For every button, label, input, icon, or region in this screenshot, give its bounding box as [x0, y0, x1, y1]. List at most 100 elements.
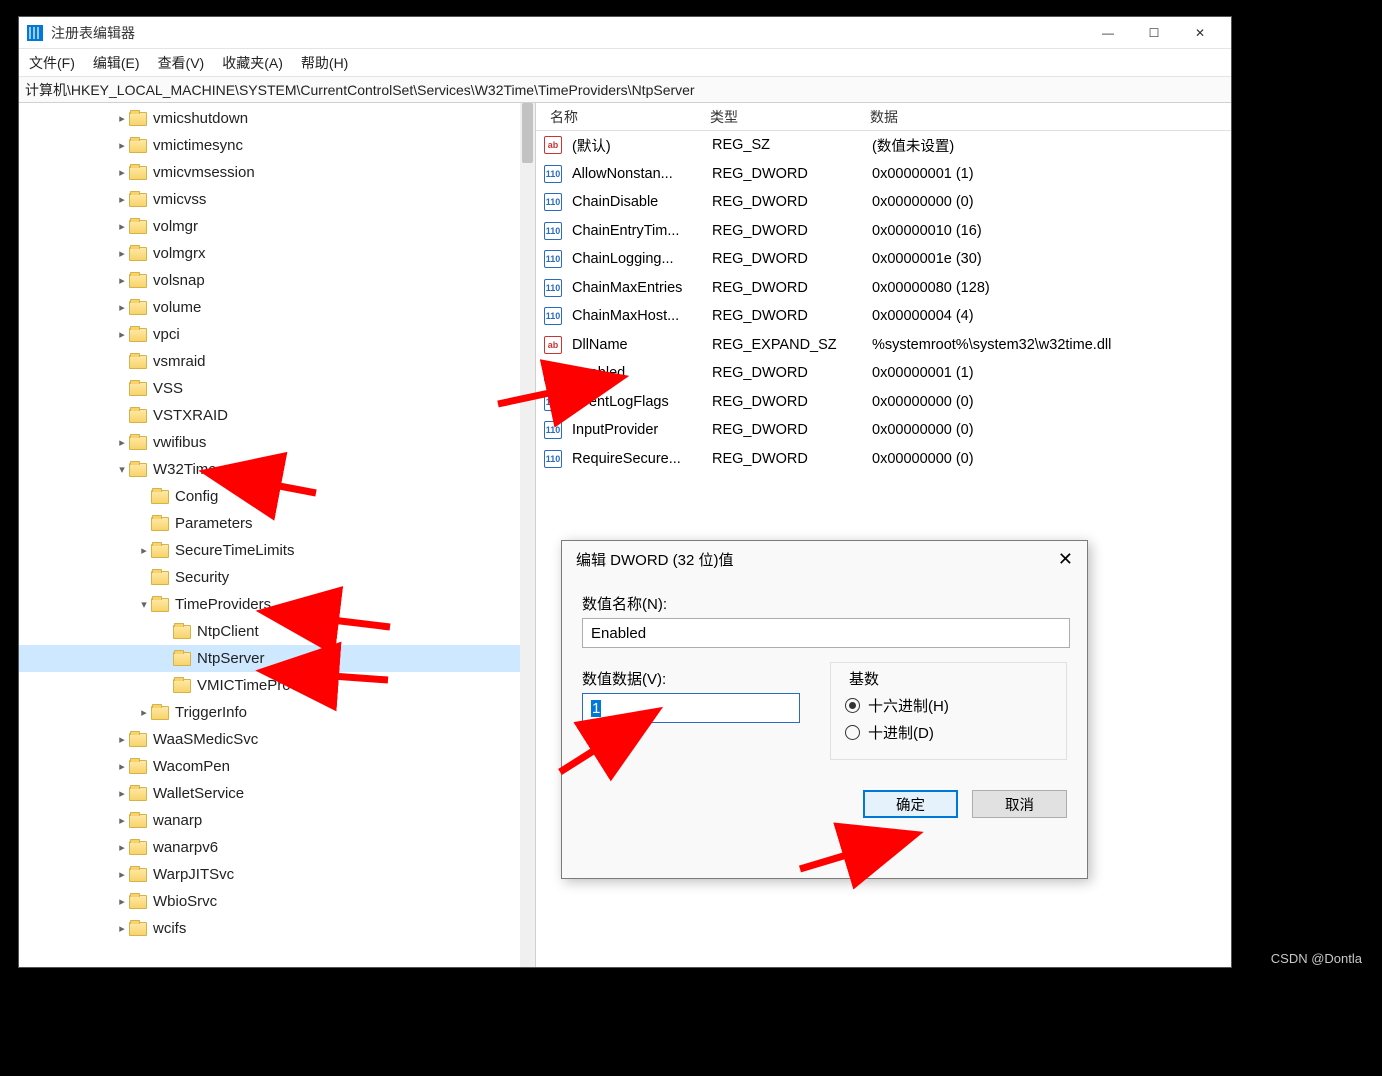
tree-item-w32time[interactable]: ▾W32Time	[19, 456, 535, 483]
tree-item-timeproviders[interactable]: ▾TimeProviders	[19, 591, 535, 618]
tree-item-volmgrx[interactable]: ▸volmgrx	[19, 240, 535, 267]
tree-item-label: VSS	[153, 380, 183, 397]
expander-icon[interactable]: ▸	[137, 706, 151, 719]
expander-icon[interactable]: ▸	[115, 220, 129, 233]
expander-icon[interactable]: ▸	[115, 301, 129, 314]
tree-item-vmicshutdown[interactable]: ▸vmicshutdown	[19, 105, 535, 132]
menu-edit[interactable]: 编辑(E)	[93, 53, 140, 73]
titlebar[interactable]: 注册表编辑器 — ☐ ✕	[19, 17, 1231, 49]
dialog-close-button[interactable]: ✕	[1058, 549, 1073, 570]
tree-item-wcifs[interactable]: ▸wcifs	[19, 915, 535, 942]
expander-icon[interactable]: ▸	[115, 112, 129, 125]
tree-pane[interactable]: ▸vmicshutdown▸vmictimesync▸vmicvmsession…	[19, 103, 536, 967]
expander-icon[interactable]: ▾	[115, 463, 129, 476]
expander-icon[interactable]: ▸	[115, 733, 129, 746]
list-row[interactable]: 110AllowNonstan...REG_DWORD0x00000001 (1…	[536, 160, 1231, 189]
folder-icon	[129, 166, 147, 180]
expander-icon[interactable]: ▸	[115, 436, 129, 449]
tree-item-vmictimeprovider[interactable]: VMICTimeProvider	[19, 672, 535, 699]
col-name[interactable]: 名称	[544, 107, 704, 127]
cancel-button[interactable]: 取消	[972, 790, 1067, 818]
tree-item-warpjitsvc[interactable]: ▸WarpJITSvc	[19, 861, 535, 888]
menu-favorites[interactable]: 收藏夹(A)	[222, 53, 283, 73]
tree-item-security[interactable]: Security	[19, 564, 535, 591]
folder-icon	[129, 193, 147, 207]
expander-icon[interactable]: ▸	[115, 814, 129, 827]
address-bar[interactable]: 计算机\HKEY_LOCAL_MACHINE\SYSTEM\CurrentCon…	[19, 77, 1231, 103]
tree-item-vwifibus[interactable]: ▸vwifibus	[19, 429, 535, 456]
list-row[interactable]: 110ChainEntryTim...REG_DWORD0x00000010 (…	[536, 217, 1231, 246]
expander-icon[interactable]: ▾	[137, 598, 151, 611]
expander-icon[interactable]: ▸	[115, 895, 129, 908]
value-data: 0x00000000 (0)	[866, 451, 1231, 467]
tree-item-vsmraid[interactable]: vsmraid	[19, 348, 535, 375]
list-row[interactable]: abDllNameREG_EXPAND_SZ%systemroot%\syste…	[536, 331, 1231, 360]
value-data-input[interactable]: 1	[582, 693, 800, 723]
tree-item-vss[interactable]: VSS	[19, 375, 535, 402]
tree-scrollbar[interactable]	[520, 103, 535, 967]
value-type: REG_DWORD	[706, 365, 866, 381]
expander-icon[interactable]: ▸	[115, 247, 129, 260]
expander-icon[interactable]: ▸	[115, 274, 129, 287]
radio-hex[interactable]: 十六进制(H)	[845, 695, 1052, 716]
tree-item-volsnap[interactable]: ▸volsnap	[19, 267, 535, 294]
value-data: 0x00000080 (128)	[866, 280, 1231, 296]
menu-help[interactable]: 帮助(H)	[301, 53, 348, 73]
tree-item-wacompen[interactable]: ▸WacomPen	[19, 753, 535, 780]
list-row[interactable]: ab(默认)REG_SZ(数值未设置)	[536, 131, 1231, 160]
tree-item-config[interactable]: Config	[19, 483, 535, 510]
tree-item-vstxraid[interactable]: VSTXRAID	[19, 402, 535, 429]
tree-item-triggerinfo[interactable]: ▸TriggerInfo	[19, 699, 535, 726]
terminal-background	[0, 0, 18, 968]
tree-item-walletservice[interactable]: ▸WalletService	[19, 780, 535, 807]
expander-icon[interactable]: ▸	[115, 139, 129, 152]
expander-icon[interactable]: ▸	[115, 760, 129, 773]
tree-item-vmicvss[interactable]: ▸vmicvss	[19, 186, 535, 213]
col-data[interactable]: 数据	[864, 107, 1231, 127]
expander-icon[interactable]: ▸	[137, 544, 151, 557]
list-row[interactable]: 110InputProviderREG_DWORD0x00000000 (0)	[536, 416, 1231, 445]
tree-item-wanarpv6[interactable]: ▸wanarpv6	[19, 834, 535, 861]
tree-item-wanarp[interactable]: ▸wanarp	[19, 807, 535, 834]
list-header[interactable]: 名称 类型 数据	[536, 103, 1231, 131]
list-row[interactable]: 110ChainMaxEntriesREG_DWORD0x00000080 (1…	[536, 274, 1231, 303]
expander-icon[interactable]: ▸	[115, 922, 129, 935]
menu-file[interactable]: 文件(F)	[29, 53, 75, 73]
expander-icon[interactable]: ▸	[115, 328, 129, 341]
tree-item-waasmedicsvc[interactable]: ▸WaaSMedicSvc	[19, 726, 535, 753]
folder-icon	[129, 301, 147, 315]
value-name-field: Enabled	[582, 618, 1070, 648]
list-row[interactable]: 110ChainLogging...REG_DWORD0x0000001e (3…	[536, 245, 1231, 274]
value-name: AllowNonstan...	[566, 166, 706, 182]
list-row[interactable]: 110ChainDisableREG_DWORD0x00000000 (0)	[536, 188, 1231, 217]
expander-icon[interactable]: ▸	[115, 166, 129, 179]
tree-item-vmictimesync[interactable]: ▸vmictimesync	[19, 132, 535, 159]
expander-icon[interactable]: ▸	[115, 193, 129, 206]
list-row[interactable]: 110RequireSecure...REG_DWORD0x00000000 (…	[536, 445, 1231, 474]
list-row[interactable]: 110ChainMaxHost...REG_DWORD0x00000004 (4…	[536, 302, 1231, 331]
list-row[interactable]: 110EnabledREG_DWORD0x00000001 (1)	[536, 359, 1231, 388]
radio-dec[interactable]: 十进制(D)	[845, 722, 1052, 743]
tree-item-parameters[interactable]: Parameters	[19, 510, 535, 537]
col-type[interactable]: 类型	[704, 107, 864, 127]
tree-item-vmicvmsession[interactable]: ▸vmicvmsession	[19, 159, 535, 186]
expander-icon[interactable]: ▸	[115, 841, 129, 854]
tree-item-vpci[interactable]: ▸vpci	[19, 321, 535, 348]
tree-item-securetimelimits[interactable]: ▸SecureTimeLimits	[19, 537, 535, 564]
value-type-icon: 110	[544, 393, 562, 411]
maximize-button[interactable]: ☐	[1131, 18, 1177, 48]
tree-item-wbiosrvc[interactable]: ▸WbioSrvc	[19, 888, 535, 915]
ok-button[interactable]: 确定	[863, 790, 958, 818]
tree-item-volmgr[interactable]: ▸volmgr	[19, 213, 535, 240]
minimize-button[interactable]: —	[1085, 18, 1131, 48]
tree-item-ntpserver[interactable]: NtpServer	[19, 645, 535, 672]
tree-item-volume[interactable]: ▸volume	[19, 294, 535, 321]
close-button[interactable]: ✕	[1177, 18, 1223, 48]
list-row[interactable]: 110EventLogFlagsREG_DWORD0x00000000 (0)	[536, 388, 1231, 417]
expander-icon[interactable]: ▸	[115, 868, 129, 881]
value-type: REG_DWORD	[706, 422, 866, 438]
menu-view[interactable]: 查看(V)	[158, 53, 205, 73]
tree-item-ntpclient[interactable]: NtpClient	[19, 618, 535, 645]
expander-icon[interactable]: ▸	[115, 787, 129, 800]
dialog-titlebar[interactable]: 编辑 DWORD (32 位)值 ✕	[562, 541, 1087, 577]
